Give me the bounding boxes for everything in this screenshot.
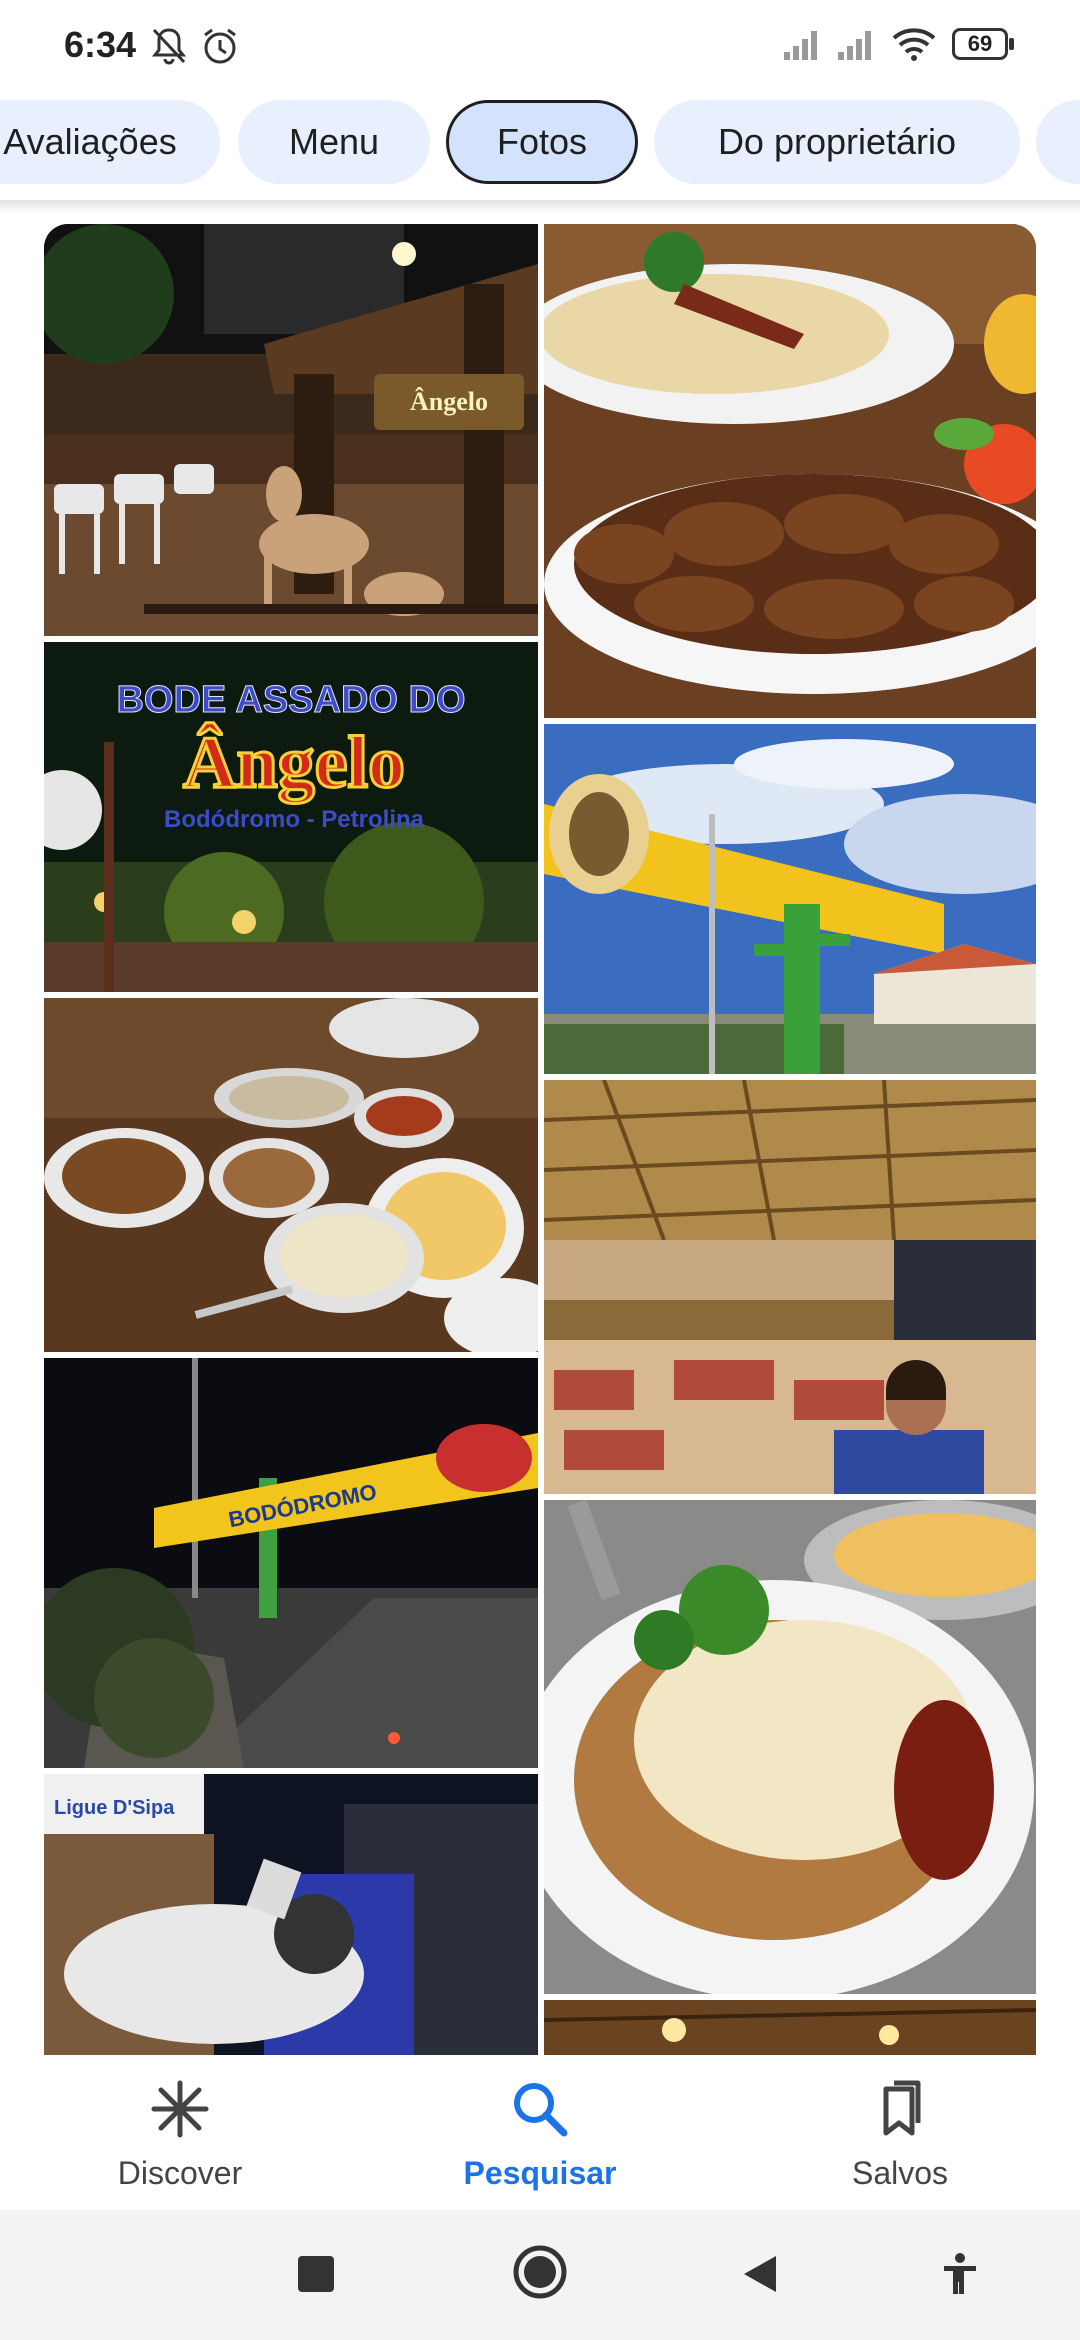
- chip-menu[interactable]: Menu: [238, 100, 430, 184]
- photo-bododromo-arch[interactable]: BODÓDROMO: [44, 1358, 538, 1768]
- alarm-icon: [204, 28, 236, 64]
- chip-avaliacoes[interactable]: Avaliações: [0, 100, 220, 184]
- signal-icon: [838, 31, 871, 60]
- nav-discover[interactable]: Discover: [0, 2055, 360, 2210]
- photo-ceiling-partial[interactable]: [544, 2000, 1036, 2055]
- photo-sign-logo[interactable]: BODE ASSADO DO Ângelo Bodódromo - Petrol…: [44, 642, 538, 992]
- back-button[interactable]: [742, 2254, 778, 2294]
- accessibility-icon[interactable]: [940, 2252, 980, 2296]
- bell-off-icon: [151, 28, 187, 65]
- chip-do-proprietario[interactable]: Do proprietário: [654, 100, 1020, 184]
- bottom-navigation: Discover Pesquisar Salvos: [0, 2055, 1080, 2210]
- nav-salvos[interactable]: Salvos: [720, 2055, 1080, 2210]
- photo-side-dishes[interactable]: [44, 998, 538, 1352]
- search-icon: [514, 2083, 568, 2137]
- filter-chips: Avaliações Menu Fotos Do proprietário: [0, 96, 1080, 206]
- home-button[interactable]: [512, 2244, 568, 2300]
- photo-restaurant-patio[interactable]: Ângelo: [44, 224, 538, 636]
- nav-pesquisar[interactable]: Pesquisar: [360, 2055, 720, 2210]
- recents-button[interactable]: [298, 2256, 334, 2292]
- wifi-icon: [892, 28, 936, 61]
- nav-pesquisar-label: Pesquisar: [463, 2155, 617, 2191]
- photo-bododromo-sign-day[interactable]: [544, 724, 1036, 1074]
- sign-brand-text: Ângelo: [183, 722, 405, 804]
- photo-goat-statue[interactable]: Ligue D'Sipa: [44, 1774, 538, 2055]
- sign-logo-text: BODE ASSADO DO: [116, 679, 465, 721]
- sign-sub-text: Bodódromo - Petrolina: [164, 806, 425, 833]
- status-bar: 6:34 69: [0, 0, 1080, 96]
- battery-icon: 69: [952, 28, 1016, 64]
- asterisk-icon: [151, 2080, 209, 2138]
- system-navigation-bar: [0, 2210, 1080, 2340]
- photo-parmigiana-plate[interactable]: [544, 1500, 1036, 1994]
- photo-dining-hall[interactable]: [544, 1080, 1036, 1494]
- storefront-sign: Ligue D'Sipa: [54, 1797, 175, 1819]
- chips-divider: [0, 200, 1080, 214]
- bookmarks-icon: [883, 2080, 921, 2136]
- chip-fotos[interactable]: Fotos: [446, 100, 638, 184]
- battery-level: 69: [952, 28, 1008, 60]
- mini-sign-text: Ângelo: [410, 387, 488, 416]
- nav-discover-label: Discover: [117, 2155, 243, 2191]
- chip-more[interactable]: [1036, 100, 1080, 184]
- nav-salvos-label: Salvos: [851, 2155, 949, 2191]
- status-time: 6:34: [64, 24, 137, 65]
- photo-grilled-goat[interactable]: [544, 224, 1036, 718]
- signal-icon: [784, 31, 817, 60]
